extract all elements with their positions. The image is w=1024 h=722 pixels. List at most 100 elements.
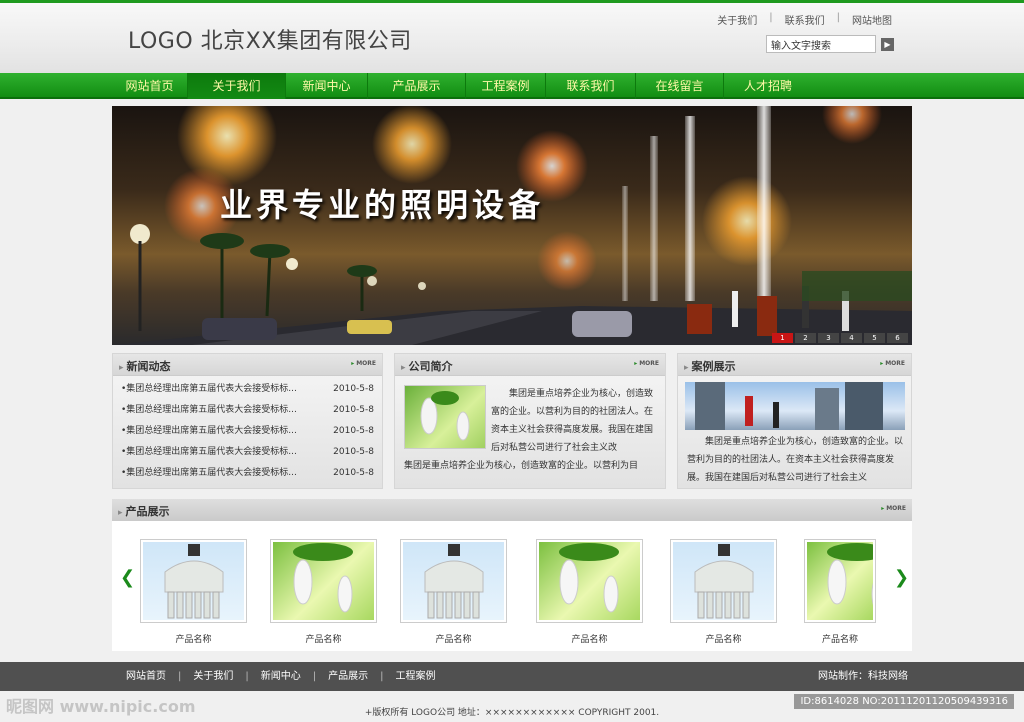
footer-links: 网站首页 | 关于我们 | 新闻中心 | 产品展示 | 工程案例 [126, 662, 436, 691]
bulb-icon [420, 391, 470, 441]
bulb-icon [559, 543, 619, 613]
main-nav: 网站首页 关于我们 新闻中心 产品展示 工程案例 联系我们 在线留言 人才招聘 [0, 73, 1024, 99]
watermark-left: 昵图网 www.nipic.com [6, 697, 196, 716]
top-link-contact[interactable]: 联系我们 [773, 12, 837, 27]
product-name[interactable]: 产品名称 [140, 632, 247, 645]
cases-header: 案例展示 MORE [678, 354, 911, 376]
product-item[interactable]: 产品名称 [270, 539, 377, 645]
pager-item-3[interactable]: 3 [818, 333, 839, 343]
news-item-title[interactable]: •集团总经理出席第五届代表大会接受标标... [121, 400, 317, 421]
news-item-title[interactable]: •集团总经理出席第五届代表大会接受标标... [121, 463, 317, 484]
news-box: 新闻动态 MORE •集团总经理出席第五届代表大会接受标标... 2010-5-8… [112, 353, 383, 489]
footer-maker: 网站制作：科技网络 [818, 671, 908, 682]
about-text-bottom: 集团是重点培养企业为核心，创造致富的企业。以营利为目 [404, 461, 639, 471]
about-box: 公司简介 MORE 集团是重点培养企业为核心，创造致富的企业。以营利为目的的社团… [394, 353, 666, 489]
product-image[interactable] [804, 539, 876, 623]
cases-title: 案例展示 [684, 358, 736, 374]
pager-item-2[interactable]: 2 [795, 333, 816, 343]
footer: 网站首页 | 关于我们 | 新闻中心 | 产品展示 | 工程案例 网站制作：科技… [0, 662, 1024, 691]
product-item[interactable]: 产品名称 [804, 539, 876, 645]
separator: | [312, 671, 317, 682]
news-more-link[interactable]: MORE [351, 360, 376, 367]
news-item-title[interactable]: •集团总经理出席第五届代表大会接受标标... [121, 442, 317, 463]
nav-item-news[interactable]: 新闻中心 [286, 73, 368, 99]
products-more-link[interactable]: MORE [881, 505, 906, 512]
about-text: 集团是重点培养企业为核心，创造致富的企业。以营利为目的的社团法人。在资本主义社会… [491, 389, 654, 453]
search-input[interactable] [766, 35, 876, 53]
news-title: 新闻动态 [119, 358, 171, 374]
news-item[interactable]: •集团总经理出席第五届代表大会接受标标... 2010-5-8 [121, 463, 374, 484]
nav-item-message[interactable]: 在线留言 [636, 73, 724, 99]
nav-item-cases[interactable]: 工程案例 [466, 73, 546, 99]
product-item[interactable]: 产品名称 [400, 539, 507, 645]
footer-link-home[interactable]: 网站首页 [126, 662, 166, 691]
news-item[interactable]: •集团总经理出席第五届代表大会接受标标... 2010-5-8 [121, 379, 374, 400]
cases-text: 集团是重点培养企业为核心，创造致富的企业。以营利为目的的社团法人。在资本主义社会… [687, 437, 904, 483]
footer-link-cases[interactable]: 工程案例 [396, 662, 436, 691]
news-item-date: 2010-5-8 [333, 468, 374, 478]
product-name[interactable]: 产品名称 [536, 632, 643, 645]
news-item[interactable]: •集团总经理出席第五届代表大会接受标标... 2010-5-8 [121, 421, 374, 442]
product-name[interactable]: 产品名称 [270, 632, 377, 645]
separator: | [245, 671, 249, 682]
footer-link-about[interactable]: 关于我们 [193, 662, 233, 691]
chevron-right-icon[interactable]: ❯ [894, 567, 909, 588]
product-item[interactable]: 产品名称 [536, 539, 643, 645]
news-item[interactable]: •集团总经理出席第五届代表大会接受标标... 2010-5-8 [121, 442, 374, 463]
nav-item-about[interactable]: 关于我们 [188, 73, 286, 99]
bulb-icon [164, 544, 224, 619]
search-box: ▶ [766, 35, 894, 53]
products-carousel: ❮ ❯ 产品名称 产品名称 产品名称 产品名称 产品名称 产品名称 [112, 521, 912, 651]
logo[interactable]: LOGO 北京XX集团有限公司 [128, 23, 412, 55]
cases-more-link[interactable]: MORE [880, 360, 905, 367]
product-image[interactable] [270, 539, 377, 623]
top-link-sitemap[interactable]: 网站地图 [840, 12, 904, 27]
news-item-date: 2010-5-8 [333, 426, 374, 436]
products-header: 产品展示 MORE [112, 499, 912, 521]
about-title: 公司简介 [401, 358, 453, 374]
news-item-title[interactable]: •集团总经理出席第五届代表大会接受标标... [121, 379, 317, 400]
news-item[interactable]: •集团总经理出席第五届代表大会接受标标... 2010-5-8 [121, 400, 374, 421]
top-links: 关于我们 | 联系我们 | 网站地图 [705, 12, 904, 27]
news-item-date: 2010-5-8 [333, 384, 374, 394]
cases-image [685, 382, 905, 430]
product-image[interactable] [536, 539, 643, 623]
nav-item-home[interactable]: 网站首页 [112, 73, 188, 99]
product-image[interactable] [400, 539, 507, 623]
products-title: 产品展示 [118, 503, 170, 519]
about-more-link[interactable]: MORE [634, 360, 659, 367]
pager-item-5[interactable]: 5 [864, 333, 885, 343]
pager-item-4[interactable]: 4 [841, 333, 862, 343]
bulb-icon [827, 543, 873, 606]
product-item[interactable]: 产品名称 [140, 539, 247, 645]
separator: | [380, 671, 384, 682]
bulb-icon [293, 543, 353, 613]
product-name[interactable]: 产品名称 [670, 632, 777, 645]
product-image[interactable] [140, 539, 247, 623]
footer-link-news[interactable]: 新闻中心 [261, 662, 301, 691]
product-item[interactable]: 产品名称 [670, 539, 777, 645]
news-header: 新闻动态 MORE [113, 354, 382, 376]
nav-item-contact[interactable]: 联系我们 [546, 73, 636, 99]
nav-item-jobs[interactable]: 人才招聘 [724, 73, 812, 99]
pager-item-6[interactable]: 6 [887, 333, 908, 343]
banner-pager: 1 2 3 4 5 6 [772, 333, 908, 343]
banner[interactable]: 业界专业的照明设备 1 2 3 4 5 6 [112, 106, 912, 345]
banner-title: 业界专业的照明设备 [220, 186, 545, 224]
chevron-left-icon[interactable]: ❮ [120, 567, 135, 588]
header: LOGO 北京XX集团有限公司 关于我们 | 联系我们 | 网站地图 ▶ [0, 3, 1024, 73]
news-list: •集团总经理出席第五届代表大会接受标标... 2010-5-8 •集团总经理出席第… [113, 376, 382, 484]
product-name[interactable]: 产品名称 [400, 632, 507, 645]
arrow-right-icon[interactable]: ▶ [881, 37, 894, 51]
watermark-right: ID:8614028 NO:20111201120509439316 [794, 694, 1014, 709]
bulb-icon [694, 544, 754, 619]
product-name[interactable]: 产品名称 [804, 632, 876, 645]
nav-item-products[interactable]: 产品展示 [368, 73, 466, 99]
top-link-about[interactable]: 关于我们 [705, 12, 769, 27]
product-image[interactable] [670, 539, 777, 623]
footer-link-products[interactable]: 产品展示 [328, 662, 368, 691]
pager-item-1[interactable]: 1 [772, 333, 793, 343]
news-item-title[interactable]: •集团总经理出席第五届代表大会接受标标... [121, 421, 317, 442]
bulb-icon [424, 544, 484, 619]
separator: | [178, 671, 182, 682]
